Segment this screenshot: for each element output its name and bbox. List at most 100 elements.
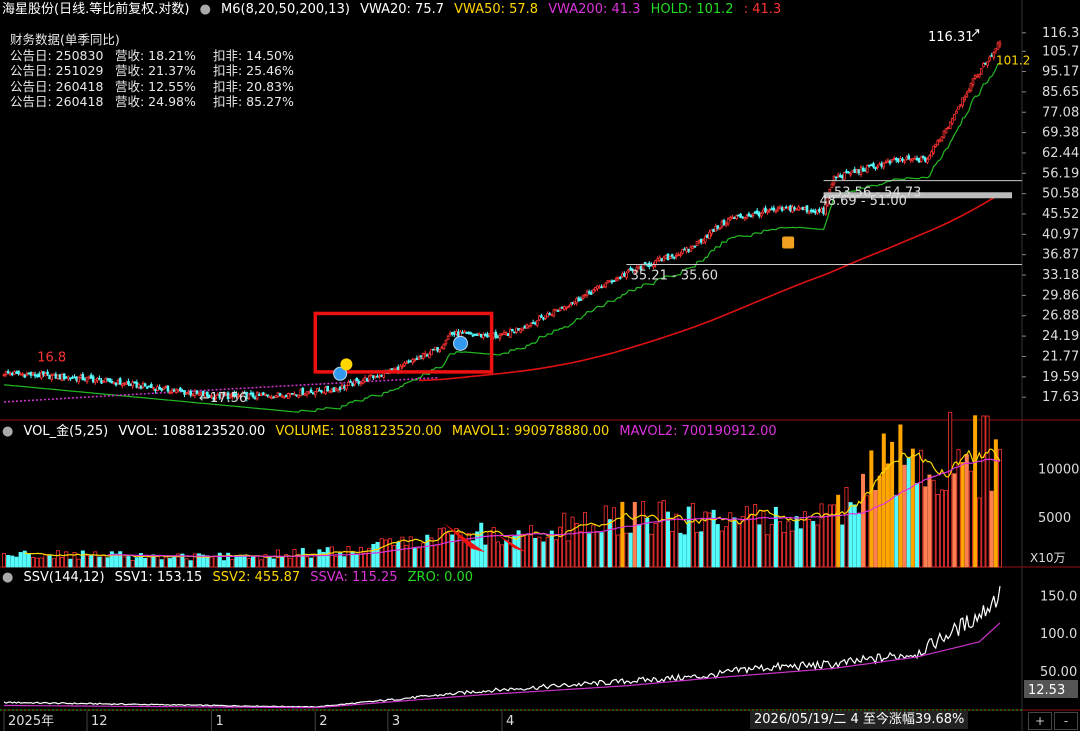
candle	[714, 226, 718, 232]
candle	[872, 163, 875, 168]
vol-indicator-name[interactable]: VOL_金(5,25)	[23, 424, 108, 439]
volume-bar	[217, 552, 222, 568]
candle	[992, 52, 996, 58]
candle	[567, 306, 570, 308]
candle	[309, 389, 313, 393]
stock-chart[interactable]: 116.3 105.7 95.17 85.65 77.08 69.38 62.44 56.19…	[0, 0, 1080, 731]
price-tick-label: 26.88	[1042, 309, 1079, 324]
candle	[704, 236, 707, 243]
candle	[19, 373, 22, 376]
candle	[592, 289, 595, 294]
candle	[876, 165, 879, 168]
candle	[450, 331, 454, 335]
candle	[834, 176, 838, 179]
candle	[156, 386, 159, 391]
candle	[289, 393, 292, 396]
candle	[571, 302, 574, 304]
candle	[376, 375, 379, 378]
candle	[770, 208, 774, 211]
candle	[183, 390, 186, 395]
volume-bar	[620, 501, 625, 568]
candle	[280, 395, 284, 398]
candle	[372, 375, 375, 379]
candle	[417, 356, 421, 360]
candle	[643, 262, 647, 264]
indicator-name[interactable]: M6(8,20,50,200,13)	[221, 2, 350, 17]
volume-bar	[130, 560, 135, 568]
volume-bar	[591, 524, 596, 568]
volume-bar	[300, 548, 305, 568]
candle	[369, 374, 373, 377]
volume-header: ● VOL_金(5,25) VVOL: 1088123520.00 VOLUME…	[2, 422, 783, 442]
candle	[741, 216, 744, 219]
candle	[324, 386, 327, 394]
candle	[662, 256, 666, 262]
candle	[498, 335, 502, 339]
volume-bar	[844, 487, 849, 568]
candle	[114, 382, 118, 386]
volume-bar	[309, 557, 314, 568]
volume-bar	[114, 553, 119, 568]
candle	[307, 391, 311, 394]
candle	[909, 159, 913, 162]
zoom-out-button[interactable]: -	[1054, 712, 1078, 730]
info-icon[interactable]: ●	[2, 570, 13, 585]
stock-title[interactable]: 海星股份(日线.等比前复权.对数)	[2, 2, 189, 17]
price-tick-label: 45.52	[1042, 207, 1079, 222]
ssv1-value: SSV1: 153.15	[114, 570, 203, 585]
ssv-indicator-name[interactable]: SSV(144,12)	[23, 570, 104, 585]
candle	[448, 332, 452, 335]
candle	[596, 285, 599, 290]
candle	[598, 286, 601, 289]
volume-bar	[43, 553, 48, 568]
zone-label: 48.69 - 51.00	[819, 194, 906, 209]
candle	[58, 374, 62, 380]
candle	[189, 390, 193, 396]
candle	[340, 384, 344, 390]
volume-bar	[632, 502, 637, 568]
volume-bar	[275, 549, 280, 568]
candle	[558, 307, 562, 311]
range-selection-info[interactable]: 2026/05/19/二 4 至今涨幅39.68%	[750, 711, 969, 729]
candle	[737, 214, 740, 217]
volume-bar	[823, 513, 828, 568]
candle	[351, 382, 354, 386]
ssv-header: ● SSV(144,12) SSV1: 153.15 SSV2: 455.87 …	[2, 568, 479, 588]
net-profit-growth: 扣非: 14.50%	[213, 47, 294, 63]
price-tick-label: 36.87	[1042, 248, 1079, 263]
volume-bar	[89, 555, 94, 568]
settings-gear-icon[interactable]: ●	[200, 2, 211, 17]
volume-bar	[699, 531, 704, 568]
candle	[529, 322, 533, 327]
candle	[556, 310, 560, 312]
volume-bar	[769, 523, 774, 568]
candle	[438, 349, 442, 352]
candle	[318, 389, 321, 392]
candle	[544, 315, 547, 319]
volume-bar	[885, 463, 890, 568]
info-icon[interactable]: ●	[2, 424, 13, 439]
candle	[17, 370, 20, 375]
candle	[782, 207, 786, 210]
volume-bar	[425, 534, 430, 568]
volume-bar	[412, 548, 417, 568]
candle	[749, 215, 753, 218]
volume-bar	[678, 532, 683, 568]
ssv-series[interactable]: 150.0 100.0 50.00 12.53	[0, 586, 1078, 711]
candle	[455, 330, 458, 335]
candle	[832, 175, 836, 185]
financial-title: 财务数据(单季同比)	[10, 32, 120, 47]
volume-bar	[910, 448, 915, 568]
candle	[479, 334, 483, 338]
candle	[282, 396, 286, 399]
candle	[506, 333, 510, 337]
volume-bar	[558, 526, 563, 568]
candle	[988, 56, 991, 61]
volume-bar	[749, 513, 754, 568]
candle	[251, 392, 255, 398]
candle	[110, 381, 114, 384]
mavol1-value: MAVOL1: 990978880.00	[451, 424, 610, 439]
candle	[907, 155, 910, 160]
zoom-in-button[interactable]: +	[1028, 712, 1052, 730]
candle	[747, 213, 751, 217]
